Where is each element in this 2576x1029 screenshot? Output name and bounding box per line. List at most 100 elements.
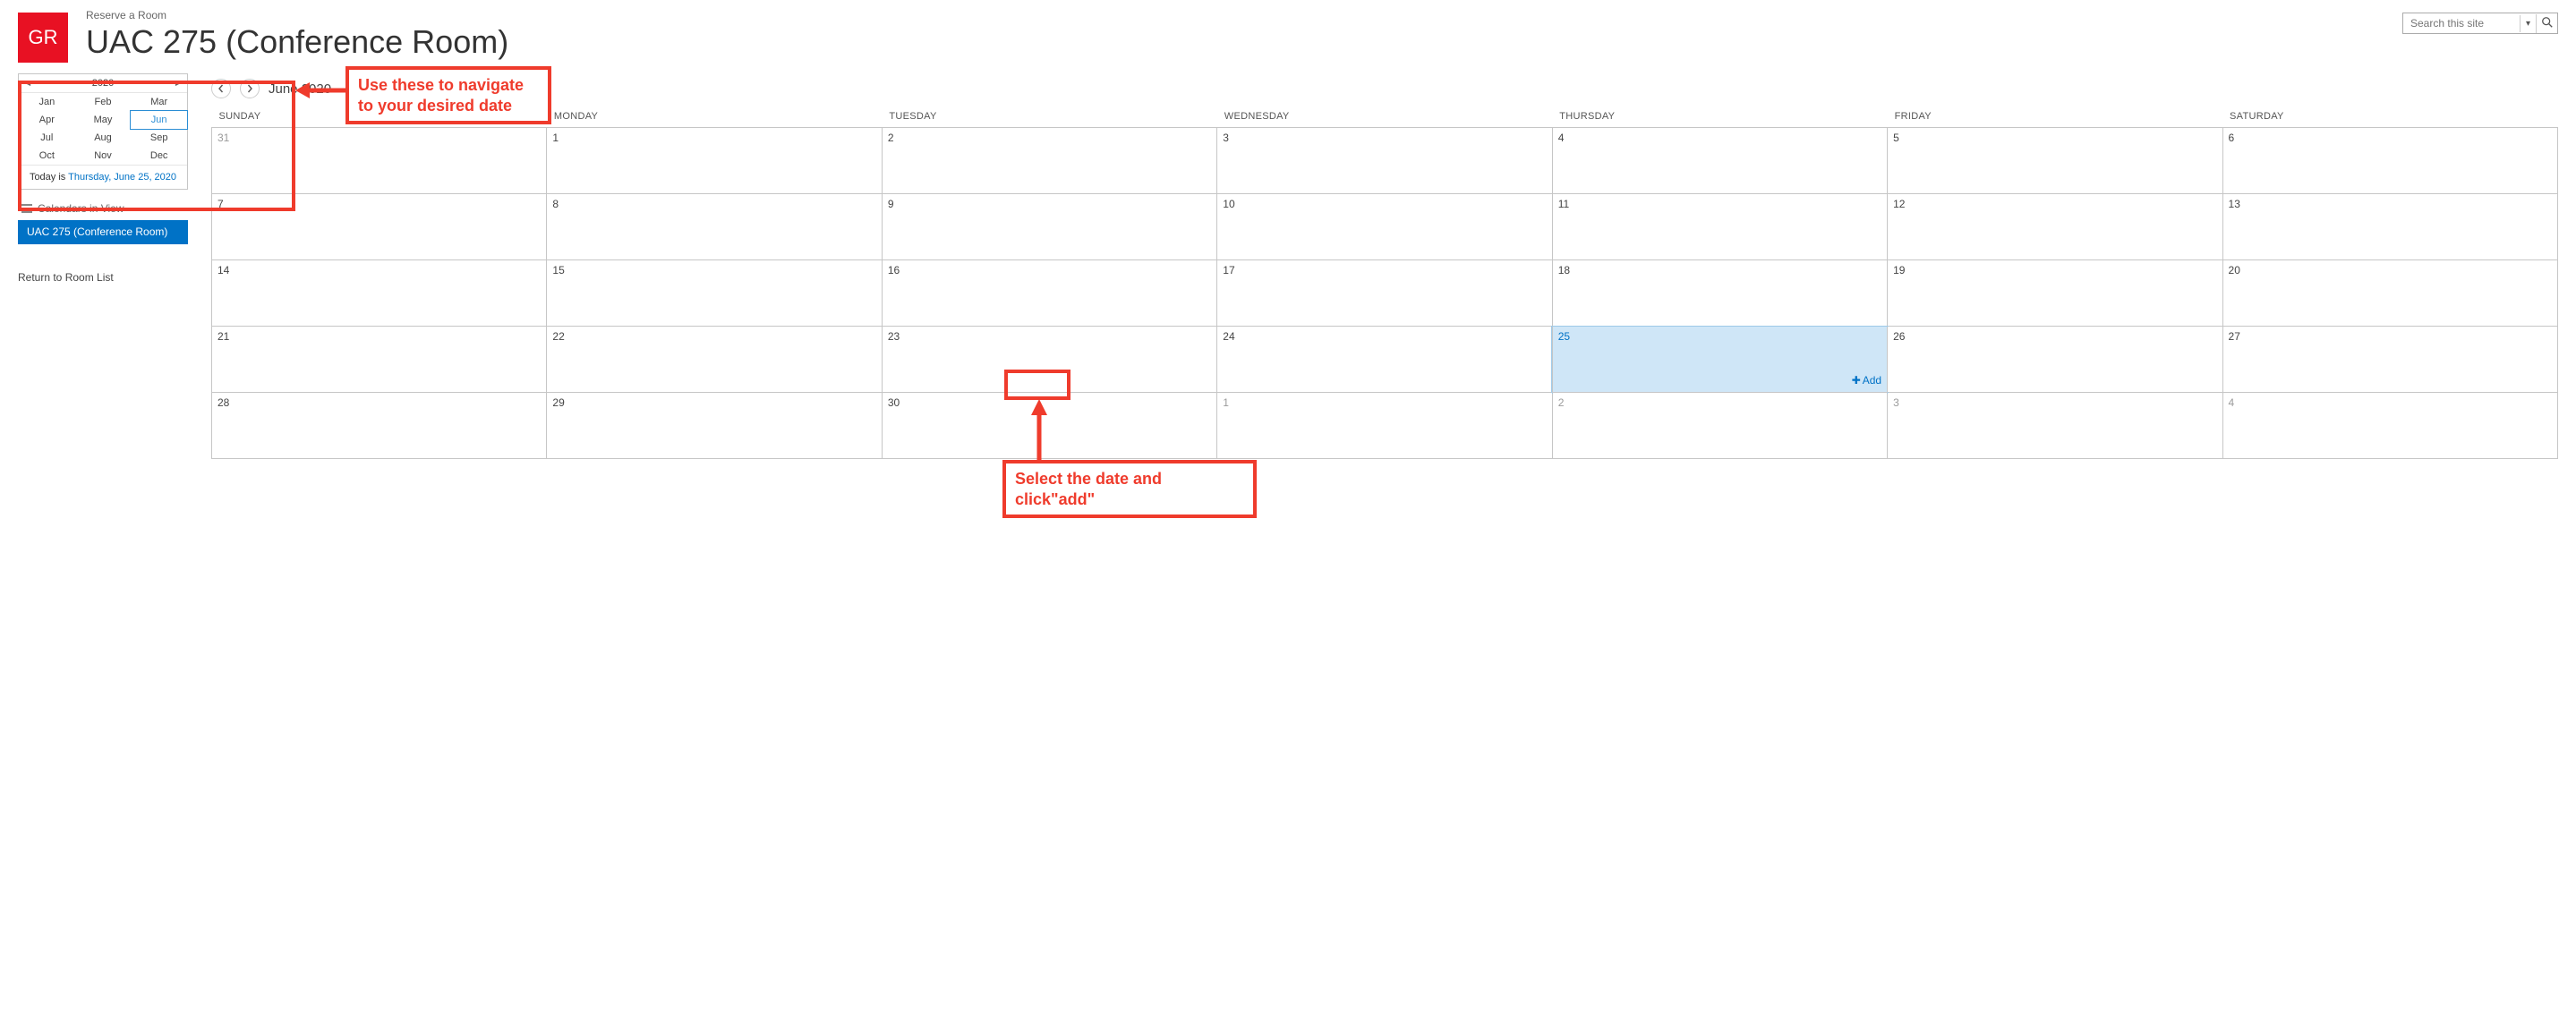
breadcrumb[interactable]: Reserve a Room [86, 9, 508, 21]
calendar-day-cell[interactable]: 4 [2222, 393, 2557, 459]
day-number: 7 [218, 198, 541, 210]
day-number: 14 [218, 264, 541, 276]
calendar-day-cell[interactable]: 29 [547, 393, 882, 459]
day-number: 26 [1893, 330, 2216, 343]
search-box[interactable]: ▾ [2402, 13, 2558, 34]
calendar-day-cell[interactable]: 5 [1888, 128, 2222, 194]
calendar-day-cell[interactable]: 22 [547, 327, 882, 393]
calendar-grid-icon [21, 204, 32, 213]
calendar-day-cell[interactable]: 14 [212, 260, 547, 327]
calendar-day-cell[interactable]: 24 [1217, 327, 1552, 393]
return-to-room-list-link[interactable]: Return to Room List [18, 271, 188, 284]
calendar-day-cell[interactable]: 4 [1552, 128, 1887, 194]
day-header: TUESDAY [882, 106, 1216, 128]
month-next-icon[interactable] [240, 79, 260, 98]
day-header: THURSDAY [1552, 106, 1887, 128]
day-number: 25 [1558, 330, 1881, 343]
calendar-day-cell[interactable]: 11 [1552, 194, 1887, 260]
calendar-day-cell[interactable]: 13 [2222, 194, 2557, 260]
page-title: UAC 275 (Conference Room) [86, 23, 508, 61]
day-number: 20 [2229, 264, 2552, 276]
search-icon[interactable] [2536, 14, 2557, 33]
day-number: 18 [1558, 264, 1881, 276]
day-number: 21 [218, 330, 541, 343]
calendar-in-view-item[interactable]: UAC 275 (Conference Room) [18, 220, 188, 244]
mini-year-next-icon[interactable]: ► [174, 79, 182, 88]
calendar-day-cell[interactable]: 12 [1888, 194, 2222, 260]
day-number: 4 [1558, 132, 1881, 144]
calendars-in-view-heading: Calendars in View [18, 200, 188, 217]
calendar-day-cell[interactable]: 9 [882, 194, 1216, 260]
annotation-label-nav: Use these to navigate to your desired da… [345, 66, 551, 124]
mini-month-jul[interactable]: Jul [19, 129, 75, 147]
calendar-day-cell[interactable]: 21 [212, 327, 547, 393]
mini-month-feb[interactable]: Feb [75, 93, 132, 111]
add-event-button[interactable]: ✚Add [1852, 374, 1881, 387]
day-number: 3 [1893, 396, 2216, 409]
day-number: 24 [1223, 330, 1546, 343]
calendar-day-cell[interactable]: 17 [1217, 260, 1552, 327]
calendar-day-cell[interactable]: 1 [547, 128, 882, 194]
mini-year-prev-icon[interactable]: ◄ [24, 79, 32, 88]
day-number: 6 [2229, 132, 2552, 144]
calendar-day-cell[interactable]: 8 [547, 194, 882, 260]
day-number: 29 [552, 396, 875, 409]
day-header: FRIDAY [1888, 106, 2222, 128]
mini-month-dec[interactable]: Dec [131, 147, 187, 165]
day-number: 4 [2229, 396, 2552, 409]
mini-year-label[interactable]: 2020 [92, 78, 114, 89]
mini-month-sep[interactable]: Sep [131, 129, 187, 147]
mini-month-jun[interactable]: Jun [130, 110, 188, 130]
day-number: 17 [1223, 264, 1546, 276]
day-number: 13 [2229, 198, 2552, 210]
day-number: 12 [1893, 198, 2216, 210]
calendar-day-cell[interactable]: 3 [1217, 128, 1552, 194]
site-logo: GR [18, 13, 68, 63]
calendar-day-cell[interactable]: 16 [882, 260, 1216, 327]
mini-month-may[interactable]: May [75, 111, 132, 129]
calendar-day-cell[interactable]: 20 [2222, 260, 2557, 327]
calendar-day-cell[interactable]: 30 [882, 393, 1216, 459]
day-number: 15 [552, 264, 875, 276]
calendar-day-cell[interactable]: 27 [2222, 327, 2557, 393]
day-number: 28 [218, 396, 541, 409]
mini-month-picker: ◄ 2020 ► JanFebMar AprMayJun JulAugSep OctN… [18, 73, 188, 190]
calendar-day-cell[interactable]: 6 [2222, 128, 2557, 194]
calendar-day-cell[interactable]: 7 [212, 194, 547, 260]
calendar-day-cell[interactable]: 26 [1888, 327, 2222, 393]
day-number: 22 [552, 330, 875, 343]
mini-today-link[interactable]: Thursday, June 25, 2020 [68, 172, 176, 183]
calendar-day-cell[interactable]: 18 [1552, 260, 1887, 327]
mini-month-grid: JanFebMar AprMayJun JulAugSep OctNovDec [19, 93, 187, 165]
mini-month-aug[interactable]: Aug [75, 129, 132, 147]
calendar-grid: SUNDAYMONDAYTUESDAYWEDNESDAYTHURSDAYFRID… [211, 106, 2558, 459]
mini-month-nov[interactable]: Nov [75, 147, 132, 165]
mini-month-mar[interactable]: Mar [131, 93, 187, 111]
calendar-day-cell[interactable]: 23 [882, 327, 1216, 393]
day-number: 2 [888, 132, 1211, 144]
search-scope-dropdown-icon[interactable]: ▾ [2520, 15, 2536, 32]
day-header: WEDNESDAY [1217, 106, 1552, 128]
day-number: 30 [888, 396, 1211, 409]
day-number: 8 [552, 198, 875, 210]
day-number: 1 [552, 132, 875, 144]
calendar-day-cell[interactable]: 2 [882, 128, 1216, 194]
calendar-day-cell[interactable]: 10 [1217, 194, 1552, 260]
mini-month-oct[interactable]: Oct [19, 147, 75, 165]
month-prev-icon[interactable] [211, 79, 231, 98]
calendar-day-cell[interactable]: 15 [547, 260, 882, 327]
calendar-day-cell[interactable]: 1 [1217, 393, 1552, 459]
calendar-day-cell[interactable]: 2 [1552, 393, 1887, 459]
day-number: 9 [888, 198, 1211, 210]
calendar-day-cell[interactable]: 31 [212, 128, 547, 194]
search-input[interactable] [2403, 13, 2520, 33]
calendar-day-cell[interactable]: 3 [1888, 393, 2222, 459]
calendar-day-cell[interactable]: 25 ✚Add [1552, 327, 1887, 393]
plus-icon: ✚ [1852, 374, 1861, 387]
mini-month-apr[interactable]: Apr [19, 111, 75, 129]
calendar-day-cell[interactable]: 28 [212, 393, 547, 459]
calendar-day-cell[interactable]: 19 [1888, 260, 2222, 327]
day-number: 2 [1558, 396, 1881, 409]
mini-month-jan[interactable]: Jan [19, 93, 75, 111]
mini-today-caption: Today is Thursday, June 25, 2020 [19, 165, 187, 189]
